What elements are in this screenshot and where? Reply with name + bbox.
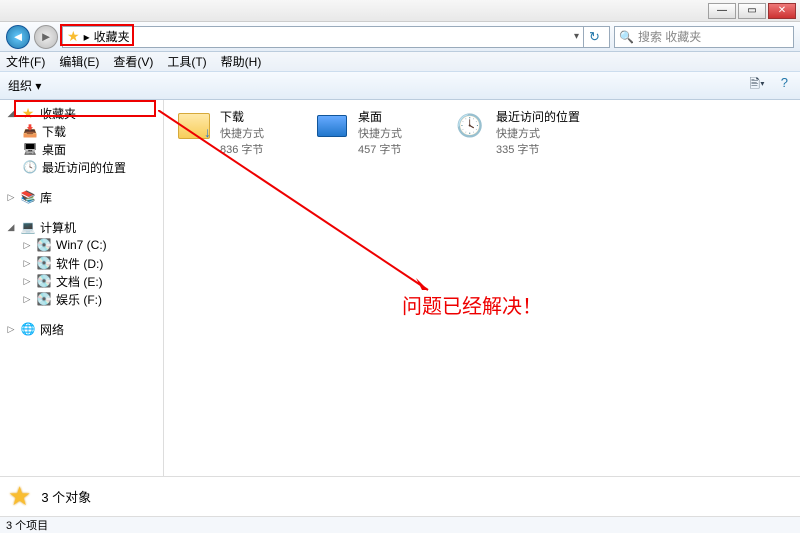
file-size: 836 字节 [220, 141, 264, 157]
file-name: 最近访问的位置 [496, 108, 580, 125]
breadcrumb-bar[interactable]: ★ ▸ 收藏夹 ▾ ↻ [62, 26, 610, 48]
file-type: 快捷方式 [358, 125, 402, 141]
sidebar-item-network[interactable]: ▷ 🌐 网络 [0, 320, 163, 338]
maximize-button[interactable]: ▭ [738, 3, 766, 19]
forward-button[interactable]: ► [34, 25, 58, 49]
computer-icon: 💻 [20, 220, 36, 234]
tree-toggle-icon[interactable]: ▷ [6, 192, 16, 203]
drive-icon: 💽 [36, 256, 52, 270]
file-size: 335 字节 [496, 141, 580, 157]
tree-toggle-icon[interactable]: ▷ [22, 258, 32, 269]
drive-icon: 💽 [36, 238, 52, 252]
drive-icon: 💽 [36, 274, 52, 288]
network-icon: 🌐 [20, 322, 36, 336]
recent-places-icon [452, 108, 488, 144]
favorites-icon: ★ [20, 105, 36, 122]
help-button[interactable]: ? [777, 73, 792, 99]
tree-toggle-icon[interactable]: ▷ [6, 324, 16, 335]
library-icon: 📚 [20, 190, 36, 204]
sidebar-item-drive-c[interactable]: ▷ 💽 Win7 (C:) [0, 236, 163, 254]
desktop-icon: 🖥 [22, 142, 38, 156]
sidebar-item-drive-e[interactable]: ▷ 💽 文档 (E:) [0, 272, 163, 290]
menu-view[interactable]: 查看(V) [113, 53, 153, 70]
breadcrumb-item[interactable]: 收藏夹 [94, 28, 130, 45]
file-item-desktop[interactable]: 桌面 快捷方式 457 字节 [314, 108, 402, 157]
sidebar-item-label: Win7 (C:) [56, 238, 107, 252]
back-button[interactable]: ◄ [6, 25, 30, 49]
status-bar: 3 个项目 [0, 516, 800, 533]
sidebar-item-desktop[interactable]: 🖥 桌面 [0, 140, 163, 158]
sidebar-item-label: 软件 (D:) [56, 255, 103, 272]
sidebar-item-label: 文档 (E:) [56, 273, 103, 290]
search-input[interactable]: 🔍 搜索 收藏夹 [614, 26, 794, 48]
sidebar-item-downloads[interactable]: 📥 下载 [0, 122, 163, 140]
file-name: 下载 [220, 108, 264, 125]
menu-tools[interactable]: 工具(T) [167, 53, 206, 70]
details-pane: ★ 3 个对象 [0, 476, 800, 516]
content-pane[interactable]: ↓ 下载 快捷方式 836 字节 桌面 快捷方式 457 字节 最近访问的位置 … [164, 100, 800, 476]
file-item-downloads[interactable]: ↓ 下载 快捷方式 836 字节 [176, 108, 264, 157]
sidebar-item-recent[interactable]: 🕓 最近访问的位置 [0, 158, 163, 176]
tree-toggle-icon[interactable]: ◢ [6, 108, 16, 119]
title-bar: — ▭ ✕ [0, 0, 800, 22]
file-size: 457 字节 [358, 141, 402, 157]
sidebar-item-favorites[interactable]: ◢ ★ 收藏夹 [0, 104, 163, 122]
item-count: 3 个项目 [6, 517, 48, 533]
sidebar-item-drive-f[interactable]: ▷ 💽 娱乐 (F:) [0, 290, 163, 308]
menu-file[interactable]: 文件(F) [6, 53, 45, 70]
file-item-recent[interactable]: 最近访问的位置 快捷方式 335 字节 [452, 108, 580, 157]
breadcrumb-sep: ▸ [84, 30, 90, 44]
sidebar-item-label: 库 [40, 189, 52, 206]
favorites-icon: ★ [8, 481, 31, 512]
sidebar-item-libraries[interactable]: ▷ 📚 库 [0, 188, 163, 206]
minimize-button[interactable]: — [708, 3, 736, 19]
search-placeholder: 搜索 收藏夹 [638, 28, 701, 45]
file-type: 快捷方式 [220, 125, 264, 141]
menu-help[interactable]: 帮助(H) [221, 53, 262, 70]
sidebar-item-label: 桌面 [42, 141, 66, 158]
organize-button[interactable]: 组织 ▾ [8, 77, 41, 94]
toolbar: 组织 ▾ 🖹▾ ? [0, 72, 800, 100]
folder-download-icon: ↓ [176, 108, 212, 144]
tree-toggle-icon[interactable]: ▷ [22, 294, 32, 305]
drive-icon: 💽 [36, 292, 52, 306]
sidebar-item-label: 计算机 [40, 219, 76, 236]
breadcrumb-dropdown[interactable]: ▾ [574, 31, 579, 42]
file-name: 桌面 [358, 108, 402, 125]
refresh-button[interactable]: ↻ [583, 26, 605, 48]
tree-toggle-icon[interactable]: ▷ [22, 240, 32, 251]
close-button[interactable]: ✕ [768, 3, 796, 19]
tree-toggle-icon[interactable]: ◢ [6, 222, 16, 233]
sidebar-item-label: 网络 [40, 321, 64, 338]
sidebar-item-computer[interactable]: ◢ 💻 计算机 [0, 218, 163, 236]
menu-edit[interactable]: 编辑(E) [59, 53, 99, 70]
sidebar-item-drive-d[interactable]: ▷ 💽 软件 (D:) [0, 254, 163, 272]
search-icon: 🔍 [619, 30, 634, 44]
menu-bar: 文件(F) 编辑(E) 查看(V) 工具(T) 帮助(H) [0, 52, 800, 72]
sidebar-item-label: 最近访问的位置 [42, 159, 126, 176]
object-count: 3 个对象 [41, 487, 91, 506]
sidebar-item-label: 下载 [42, 123, 66, 140]
sidebar-item-label: 娱乐 (F:) [56, 291, 102, 308]
sidebar: ◢ ★ 收藏夹 📥 下载 🖥 桌面 🕓 最近访问的位置 ▷ 📚 库 [0, 100, 164, 476]
download-icon: 📥 [22, 124, 38, 138]
nav-bar: ◄ ► ★ ▸ 收藏夹 ▾ ↻ 🔍 搜索 收藏夹 [0, 22, 800, 52]
favorites-icon: ★ [67, 28, 80, 45]
file-type: 快捷方式 [496, 125, 580, 141]
desktop-icon [314, 108, 350, 144]
recent-icon: 🕓 [22, 160, 38, 174]
sidebar-item-label: 收藏夹 [40, 105, 76, 122]
tree-toggle-icon[interactable]: ▷ [22, 276, 32, 287]
view-mode-button[interactable]: 🖹▾ [746, 73, 769, 99]
